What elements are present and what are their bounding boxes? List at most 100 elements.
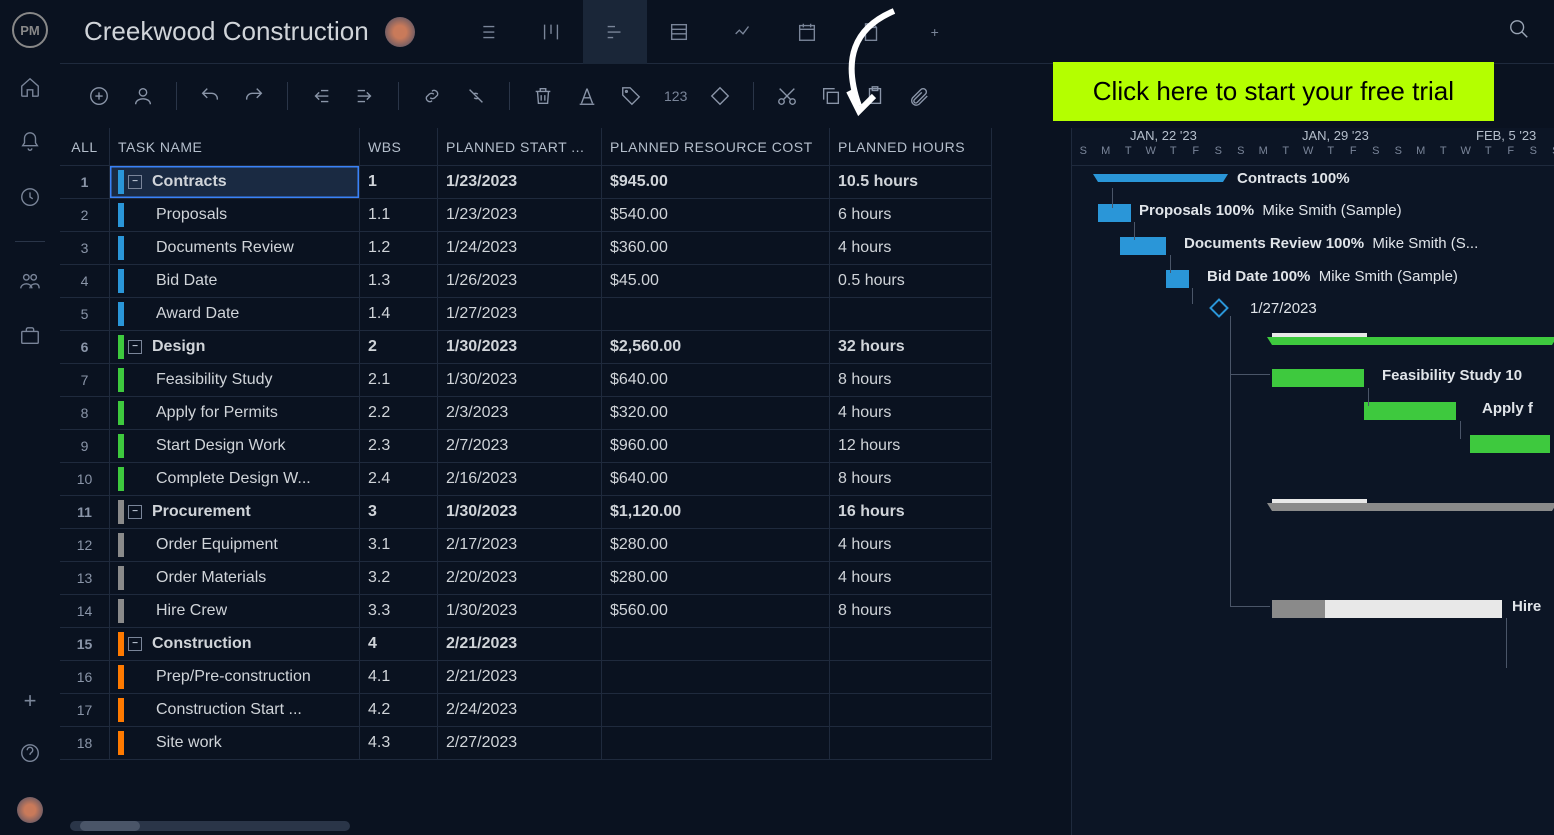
dashboard-view-icon[interactable]: [711, 0, 775, 64]
table-row[interactable]: 8Apply for Permits2.22/3/2023$320.004 ho…: [60, 397, 1071, 430]
gantt-bar-label: Documents Review 100% Mike Smith (S...: [1184, 235, 1478, 252]
day-label: M: [1252, 145, 1275, 165]
day-label: W: [1140, 145, 1163, 165]
gantt-summary-bar[interactable]: [1272, 337, 1552, 345]
table-row[interactable]: 10Complete Design W...2.42/16/2023$640.0…: [60, 463, 1071, 496]
gantt-chart[interactable]: JAN, 22 '23 JAN, 29 '23 FEB, 5 '23 SMTWT…: [1072, 128, 1554, 835]
assign-icon[interactable]: [132, 85, 154, 107]
outdent-icon[interactable]: [310, 85, 332, 107]
notifications-icon[interactable]: [19, 131, 41, 158]
cut-icon[interactable]: [776, 85, 798, 107]
indent-icon[interactable]: [354, 85, 376, 107]
gantt-summary-bar[interactable]: [1272, 503, 1552, 511]
main-area: Creekwood Construction + 123: [60, 0, 1554, 835]
day-label: S: [1387, 145, 1410, 165]
attachment-icon[interactable]: [908, 85, 930, 107]
toolbar: 123 Click here to start your free trial: [60, 64, 1554, 128]
unlink-icon[interactable]: [465, 85, 487, 107]
table-row[interactable]: 3Documents Review1.21/24/2023$360.004 ho…: [60, 232, 1071, 265]
gantt-task-bar[interactable]: [1470, 435, 1550, 453]
day-label: W: [1455, 145, 1478, 165]
grid-horizontal-scrollbar[interactable]: [70, 821, 350, 831]
collapse-icon[interactable]: −: [128, 505, 142, 519]
col-header-wbs[interactable]: WBS: [360, 128, 438, 166]
gantt-view-icon[interactable]: [583, 0, 647, 64]
gantt-task-bar[interactable]: [1272, 600, 1502, 618]
copy-icon[interactable]: [820, 85, 842, 107]
day-label: M: [1410, 145, 1433, 165]
undo-icon[interactable]: [199, 85, 221, 107]
table-row[interactable]: 11−Procurement31/30/2023$1,120.0016 hour…: [60, 496, 1071, 529]
gantt-bar-label: Bid Date 100% Mike Smith (Sample): [1207, 268, 1458, 285]
day-label: T: [1117, 145, 1140, 165]
month-label: JAN, 29 '23: [1302, 128, 1369, 143]
col-header-cost[interactable]: PLANNED RESOURCE COST: [602, 128, 830, 166]
table-row[interactable]: 13Order Materials3.22/20/2023$280.004 ho…: [60, 562, 1071, 595]
gantt-task-bar[interactable]: [1364, 402, 1456, 420]
milestone-icon[interactable]: [709, 85, 731, 107]
month-label: JAN, 22 '23: [1130, 128, 1197, 143]
day-label: S: [1545, 145, 1554, 165]
table-row[interactable]: 9Start Design Work2.32/7/2023$960.0012 h…: [60, 430, 1071, 463]
recent-icon[interactable]: [19, 186, 41, 213]
delete-icon[interactable]: [532, 85, 554, 107]
add-icon[interactable]: +: [24, 688, 37, 714]
collapse-icon[interactable]: −: [128, 175, 142, 189]
gantt-body[interactable]: Contracts 100% Proposals 100% Mike Smith…: [1072, 166, 1554, 835]
col-header-name[interactable]: TASK NAME: [110, 128, 360, 166]
paste-icon[interactable]: [864, 85, 886, 107]
table-row[interactable]: 1−Contracts11/23/2023$945.0010.5 hours: [60, 166, 1071, 199]
table-row[interactable]: 17Construction Start ...4.22/24/2023: [60, 694, 1071, 727]
topbar: Creekwood Construction +: [60, 0, 1554, 64]
free-trial-cta[interactable]: Click here to start your free trial: [1053, 62, 1494, 121]
link-icon[interactable]: [421, 85, 443, 107]
add-view-icon[interactable]: +: [903, 0, 967, 64]
sheet-view-icon[interactable]: [647, 0, 711, 64]
day-label: F: [1342, 145, 1365, 165]
redo-icon[interactable]: [243, 85, 265, 107]
help-icon[interactable]: [19, 742, 41, 769]
gantt-task-bar[interactable]: [1272, 369, 1364, 387]
table-row[interactable]: 15−Construction42/21/2023: [60, 628, 1071, 661]
grid-header-row: ALL TASK NAME WBS PLANNED START ... PLAN…: [60, 128, 1071, 166]
col-header-hours[interactable]: PLANNED HOURS: [830, 128, 992, 166]
day-label: T: [1432, 145, 1455, 165]
gantt-task-bar[interactable]: [1120, 237, 1166, 255]
day-label: F: [1500, 145, 1523, 165]
day-label: M: [1095, 145, 1118, 165]
collapse-icon[interactable]: −: [128, 340, 142, 354]
gantt-milestone-icon[interactable]: [1209, 298, 1229, 318]
team-icon[interactable]: [19, 270, 41, 297]
home-icon[interactable]: [19, 76, 41, 103]
files-view-icon[interactable]: [839, 0, 903, 64]
col-header-all[interactable]: ALL: [60, 128, 110, 166]
number-format-icon[interactable]: 123: [664, 88, 687, 104]
collapse-icon[interactable]: −: [128, 637, 142, 651]
search-icon[interactable]: [1508, 18, 1530, 46]
app-logo[interactable]: PM: [12, 12, 48, 48]
table-row[interactable]: 4Bid Date1.31/26/2023$45.000.5 hours: [60, 265, 1071, 298]
gantt-task-bar[interactable]: [1098, 204, 1131, 222]
project-owner-avatar[interactable]: [385, 17, 415, 47]
board-view-icon[interactable]: [519, 0, 583, 64]
user-avatar-rail[interactable]: [17, 797, 43, 823]
gantt-bar-label: Proposals 100% Mike Smith (Sample): [1139, 202, 1402, 219]
table-row[interactable]: 7Feasibility Study2.11/30/2023$640.008 h…: [60, 364, 1071, 397]
table-row[interactable]: 18Site work4.32/27/2023: [60, 727, 1071, 760]
table-row[interactable]: 16Prep/Pre-construction4.12/21/2023: [60, 661, 1071, 694]
table-row[interactable]: 12Order Equipment3.12/17/2023$280.004 ho…: [60, 529, 1071, 562]
table-row[interactable]: 5Award Date1.41/27/2023: [60, 298, 1071, 331]
tag-icon[interactable]: [620, 85, 642, 107]
gantt-summary-bar[interactable]: [1098, 174, 1223, 182]
list-view-icon[interactable]: [455, 0, 519, 64]
task-grid: ALL TASK NAME WBS PLANNED START ... PLAN…: [60, 128, 1072, 835]
add-task-icon[interactable]: [88, 85, 110, 107]
portfolio-icon[interactable]: [19, 325, 41, 352]
calendar-view-icon[interactable]: [775, 0, 839, 64]
day-label: T: [1477, 145, 1500, 165]
table-row[interactable]: 2Proposals1.11/23/2023$540.006 hours: [60, 199, 1071, 232]
text-format-icon[interactable]: [576, 85, 598, 107]
table-row[interactable]: 6−Design21/30/2023$2,560.0032 hours: [60, 331, 1071, 364]
table-row[interactable]: 14Hire Crew3.31/30/2023$560.008 hours: [60, 595, 1071, 628]
col-header-start[interactable]: PLANNED START ...: [438, 128, 602, 166]
